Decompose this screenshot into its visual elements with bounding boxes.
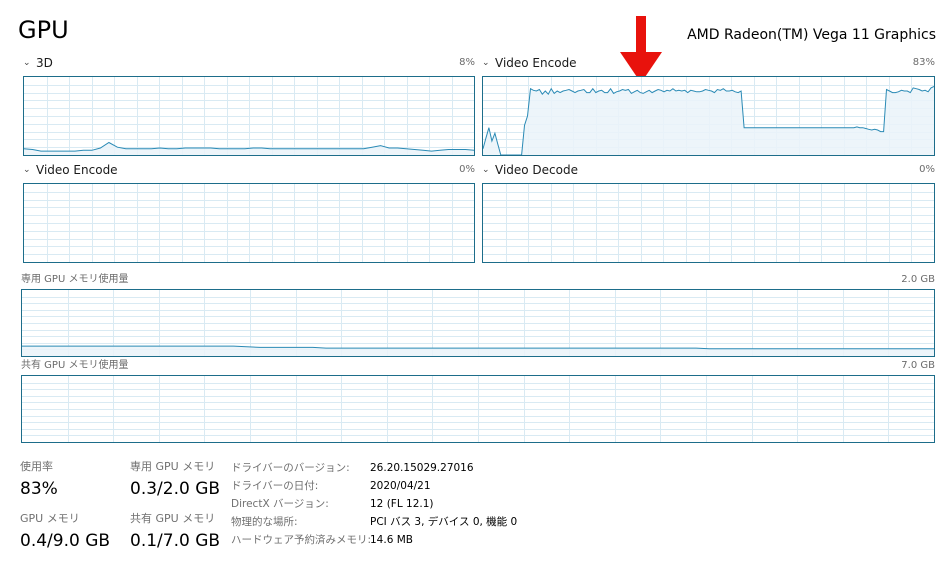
reserved-memory-label: ハードウェア予約済みメモリ: bbox=[231, 534, 372, 546]
panel-3d-percent: 8% bbox=[459, 57, 475, 68]
red-arrow-annotation bbox=[620, 16, 662, 83]
panel-3d-header[interactable]: ⌄ 3D 8% bbox=[23, 55, 475, 71]
gpu-model-name: AMD Radeon(TM) Vega 11 Graphics bbox=[687, 27, 936, 43]
panel-3d-name: 3D bbox=[36, 56, 53, 70]
utilization-stat: 使用率 83% bbox=[20, 460, 58, 500]
shared-memory-max: 7.0 GB bbox=[901, 360, 935, 371]
panel-video-decode-percent: 0% bbox=[919, 164, 935, 175]
gpu-memory-stat: GPU メモリ 0.4/9.0 GB bbox=[20, 512, 110, 552]
panel-video-encode-2-name: Video Encode bbox=[36, 163, 118, 177]
chevron-down-icon[interactable]: ⌄ bbox=[482, 55, 495, 71]
panel-video-decode-gridlines bbox=[483, 184, 934, 262]
shared-memory-gridlines bbox=[22, 376, 934, 442]
panel-video-decode-graph bbox=[482, 183, 935, 263]
dedicated-memory-graph bbox=[21, 289, 935, 357]
dedicated-memory-stat-value: 0.3/2.0 GB bbox=[130, 479, 221, 499]
dedicated-memory-label: 専用 GPU メモリ使用量 bbox=[21, 274, 129, 285]
shared-memory-header: 共有 GPU メモリ使用量 7.0 GB bbox=[21, 359, 935, 373]
utilization-value: 83% bbox=[20, 479, 58, 499]
driver-version-label: ドライバーのバージョン: bbox=[231, 462, 350, 474]
dedicated-memory-header: 専用 GPU メモリ使用量 2.0 GB bbox=[21, 273, 935, 287]
gpu-memory-stat-label: GPU メモリ bbox=[20, 512, 80, 525]
chevron-down-icon[interactable]: ⌄ bbox=[23, 162, 36, 178]
shared-memory-graph bbox=[21, 375, 935, 443]
utilization-label: 使用率 bbox=[20, 460, 53, 473]
panel-video-encode-header[interactable]: ⌄ Video Encode 83% bbox=[482, 55, 935, 71]
panel-video-encode-percent: 83% bbox=[912, 57, 935, 68]
chevron-down-icon[interactable]: ⌄ bbox=[482, 162, 495, 178]
shared-memory-label: 共有 GPU メモリ使用量 bbox=[21, 360, 129, 371]
panel-video-encode-name: Video Encode bbox=[495, 56, 577, 70]
driver-version-value: 26.20.15029.27016 bbox=[370, 462, 474, 474]
panel-video-decode-name: Video Decode bbox=[495, 163, 578, 177]
panel-video-encode-2-gridlines bbox=[24, 184, 474, 262]
dedicated-memory-max: 2.0 GB bbox=[901, 274, 935, 285]
shared-memory-stat-value: 0.1/7.0 GB bbox=[130, 531, 221, 551]
panel-3d-gridlines bbox=[24, 77, 474, 155]
driver-date-value: 2020/04/21 bbox=[370, 480, 431, 492]
dedicated-memory-stat-label: 専用 GPU メモリ bbox=[130, 460, 216, 473]
physical-location-label: 物理的な場所: bbox=[231, 516, 298, 528]
panel-3d-graph bbox=[23, 76, 475, 156]
panel-video-encode-graph bbox=[482, 76, 935, 156]
driver-date-label: ドライバーの日付: bbox=[231, 480, 319, 492]
directx-version-value: 12 (FL 12.1) bbox=[370, 498, 434, 510]
panel-video-encode-2-header[interactable]: ⌄ Video Encode 0% bbox=[23, 162, 475, 178]
panel-video-encode-2-graph bbox=[23, 183, 475, 263]
chevron-down-icon[interactable]: ⌄ bbox=[23, 55, 36, 71]
directx-version-label: DirectX バージョン: bbox=[231, 498, 329, 510]
shared-memory-stat: 共有 GPU メモリ 0.1/7.0 GB bbox=[130, 512, 220, 552]
physical-location-value: PCI バス 3, デバイス 0, 機能 0 bbox=[370, 516, 518, 528]
reserved-memory-value: 14.6 MB bbox=[370, 534, 413, 546]
panel-video-decode-header[interactable]: ⌄ Video Decode 0% bbox=[482, 162, 935, 178]
dedicated-memory-stat: 専用 GPU メモリ 0.3/2.0 GB bbox=[130, 460, 220, 500]
panel-video-encode-2-percent: 0% bbox=[459, 164, 475, 175]
gpu-memory-stat-value: 0.4/9.0 GB bbox=[20, 531, 111, 551]
page-title: GPU bbox=[18, 16, 69, 44]
shared-memory-stat-label: 共有 GPU メモリ bbox=[130, 512, 216, 525]
